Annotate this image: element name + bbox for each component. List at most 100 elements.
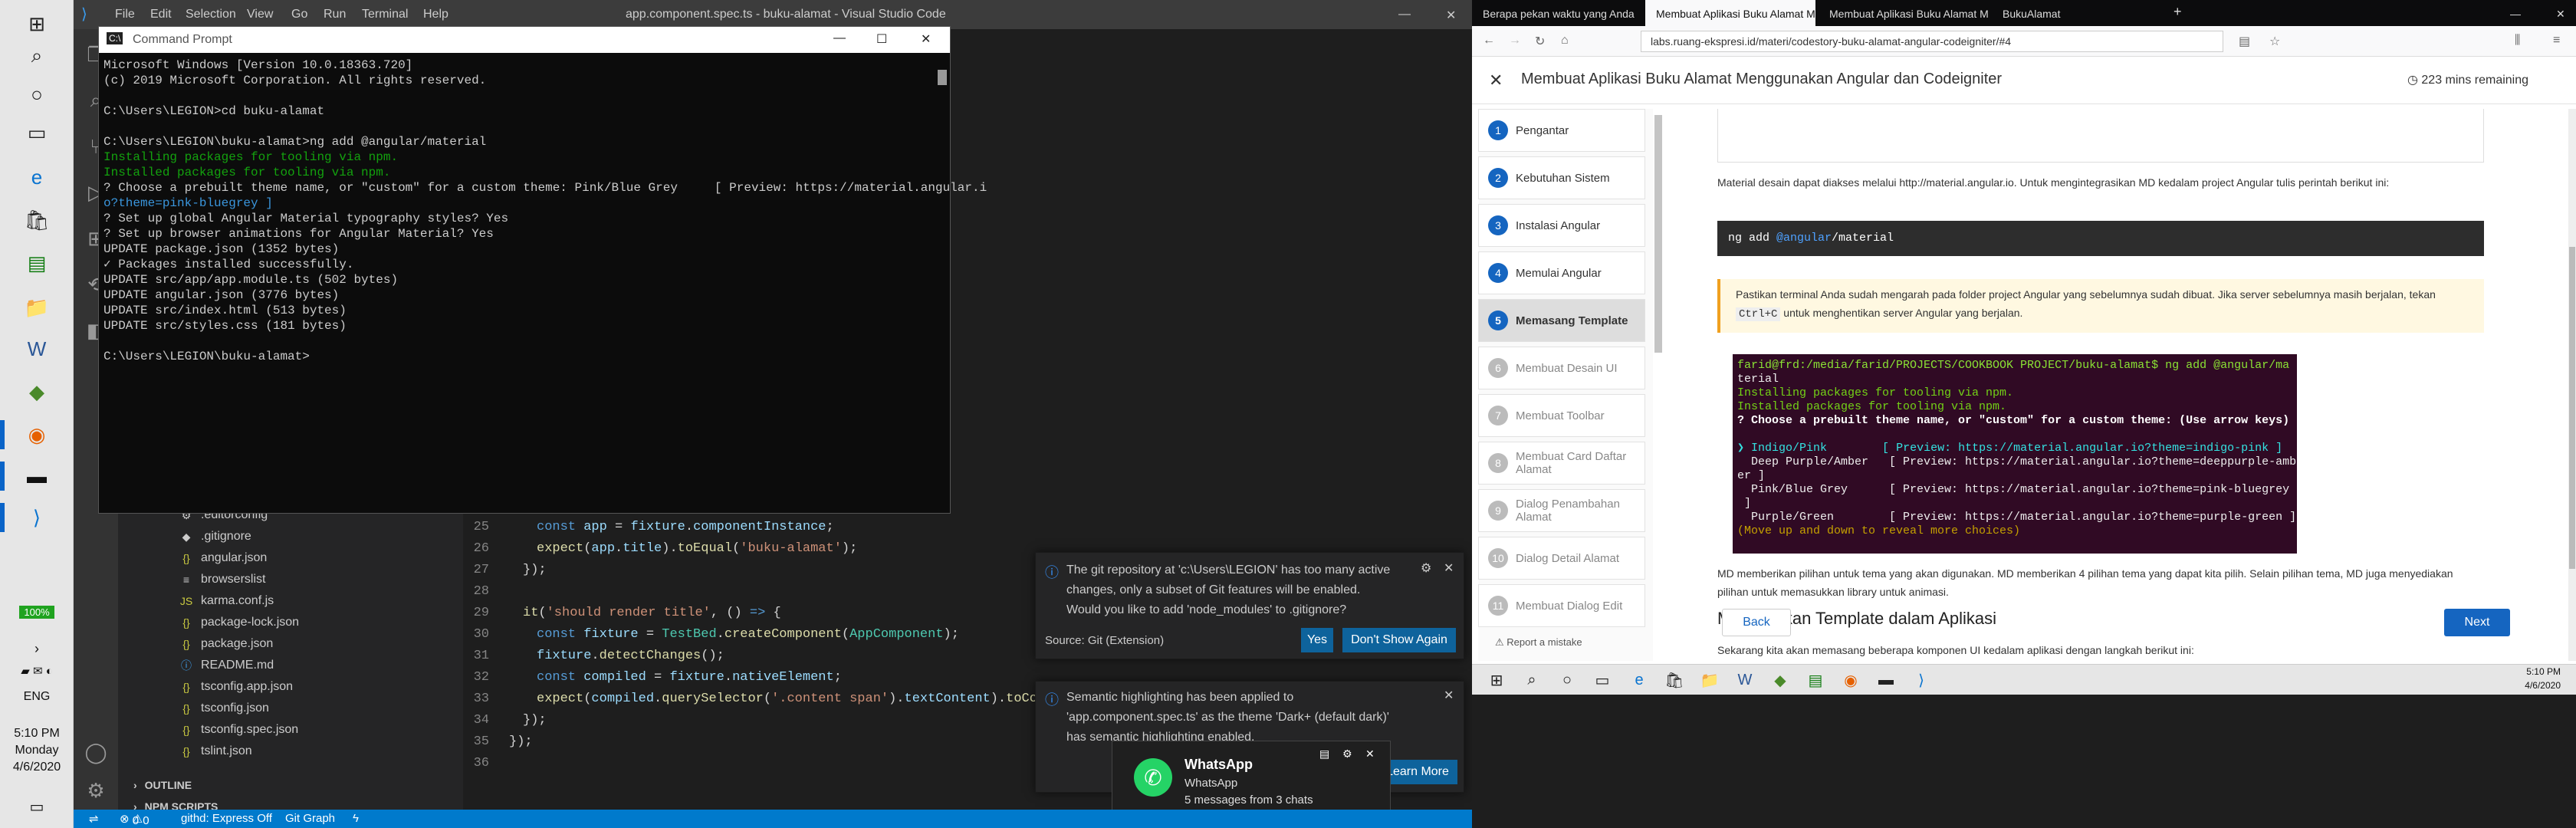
menu-selection[interactable]: Selection <box>186 8 236 21</box>
close-icon[interactable]: ✕ <box>1444 560 1454 576</box>
step-item[interactable]: 5 Memasang Template <box>1478 299 1645 342</box>
report-mistake-link[interactable]: ⚠ Report a mistake <box>1495 636 1582 649</box>
menu-terminal[interactable]: Terminal <box>362 8 408 21</box>
step-item[interactable]: 10 Dialog Detail Alamat <box>1478 537 1645 580</box>
forward-icon[interactable]: → <box>1509 34 1521 48</box>
home-icon[interactable]: ⌂ <box>1561 34 1569 48</box>
menu-edit[interactable]: Edit <box>150 8 172 21</box>
close-icon[interactable]: ✕ <box>1446 8 1456 23</box>
close-icon[interactable]: ✕ <box>1444 688 1454 703</box>
cmd-scrollbar[interactable] <box>938 70 947 85</box>
file-explorer-icon[interactable]: 📁 <box>14 290 60 325</box>
account-icon[interactable]: ◯ <box>78 734 113 770</box>
file-explorer-icon[interactable]: 📁 <box>1696 668 1723 692</box>
store-icon[interactable]: 🛍 <box>1661 668 1688 692</box>
file-item[interactable]: ≡ browserslist <box>179 569 266 590</box>
app-layers-icon[interactable]: ◆ <box>1766 668 1794 692</box>
file-item[interactable]: {} angular.json <box>179 547 267 569</box>
firefox-icon[interactable]: ◉ <box>0 417 60 452</box>
windows-start-icon[interactable]: ⊞ <box>1483 668 1510 692</box>
close-icon[interactable]: ✕ <box>1489 71 1503 90</box>
cmd-icon[interactable]: ▬ <box>0 458 60 494</box>
search-icon[interactable]: ⌕ <box>1518 668 1546 692</box>
file-item[interactable]: {} tsconfig.spec.json <box>179 719 298 741</box>
clock-time[interactable]: 5:10 PM <box>0 727 74 741</box>
minimize-icon[interactable]: — <box>1398 8 1411 21</box>
cmd-icon[interactable]: ▬ <box>1872 668 1900 692</box>
file-item[interactable]: {} tslint.json <box>179 741 251 762</box>
menu-go[interactable]: Go <box>291 8 307 21</box>
step-item[interactable]: 8 Membuat Card Daftar Alamat <box>1478 442 1645 485</box>
tray-icons[interactable]: ▰ ✉ ◐ <box>0 664 74 678</box>
sheets-icon[interactable]: ▤ <box>14 245 60 281</box>
file-item[interactable]: {} package.json <box>179 633 273 655</box>
whatsapp-toast[interactable]: ✆ WhatsApp WhatsApp 5 messages from 3 ch… <box>1112 741 1391 820</box>
word-icon[interactable]: W <box>14 331 60 366</box>
menu-icon[interactable]: ≡ <box>2553 34 2560 48</box>
remote-icon[interactable]: ⇌ <box>89 812 99 826</box>
sidebar-scrollbar[interactable] <box>1654 115 1662 353</box>
tab-1[interactable]: Berapa pekan waktu yang Anda <box>1472 0 1642 26</box>
cmd-output[interactable]: Microsoft Windows [Version 10.0.18363.72… <box>104 58 987 510</box>
dont-show-again-button[interactable]: Don't Show Again <box>1342 628 1456 652</box>
battery-indicator[interactable]: 100% <box>0 606 74 619</box>
gear-icon[interactable]: ⚙ <box>1421 560 1431 576</box>
lightning-icon[interactable]: ϟ <box>353 812 359 825</box>
vscode-icon[interactable]: ⟩ <box>0 500 60 535</box>
file-item[interactable]: JS karma.conf.js <box>179 590 274 612</box>
close-icon[interactable]: ✕ <box>2545 0 2568 26</box>
step-item[interactable]: 9 Dialog Penambahan Alamat <box>1478 489 1645 532</box>
notification-icon[interactable]: ▭ <box>0 797 74 816</box>
outline-section[interactable]: › OUTLINE <box>133 774 192 796</box>
close-icon[interactable]: ✕ <box>921 31 931 47</box>
sheets-icon[interactable]: ▤ <box>1802 668 1829 692</box>
new-tab-icon[interactable]: + <box>2170 0 2193 26</box>
step-item[interactable]: 1 Pengantar <box>1478 109 1645 152</box>
library-icon[interactable]: ⫼ <box>2515 34 2520 48</box>
edge-icon[interactable]: e <box>14 159 60 195</box>
clock-time[interactable]: 5:10 PM <box>2492 666 2561 677</box>
dismiss-icon[interactable]: ▤ <box>1319 748 1329 761</box>
store-icon[interactable]: 🛍 <box>14 202 60 238</box>
app-layers-icon[interactable]: ◆ <box>14 374 60 409</box>
menu-file[interactable]: File <box>115 8 135 21</box>
minimize-icon[interactable]: — <box>2499 0 2522 26</box>
file-item[interactable]: {} tsconfig.json <box>179 698 269 719</box>
step-item[interactable]: 7 Membuat Toolbar <box>1478 394 1645 437</box>
yes-button[interactable]: Yes <box>1301 628 1333 652</box>
step-item[interactable]: 11 Membuat Dialog Edit <box>1478 584 1645 627</box>
tab-4[interactable]: BukuAlamat <box>1992 0 2162 26</box>
chevron-right-icon[interactable]: › <box>0 641 74 657</box>
git-graph-button[interactable]: Git Graph <box>285 812 335 825</box>
command-prompt-window[interactable]: C:\ Command Prompt — ☐ ✕ Microsoft Windo… <box>98 26 987 514</box>
file-item[interactable]: {} package-lock.json <box>179 612 299 633</box>
next-button[interactable]: Next <box>2444 609 2510 636</box>
errors-indicator[interactable]: ⊗ 0 ⚠ 0 <box>120 812 150 827</box>
word-icon[interactable]: W <box>1731 668 1759 692</box>
windows-start-icon[interactable]: ⊞ <box>14 6 60 41</box>
address-bar[interactable]: labs.ruang-ekspresi.id/materi/codestory-… <box>1641 31 2223 52</box>
cortana-icon[interactable]: ○ <box>1553 668 1581 692</box>
bookmark-icon[interactable]: ☆ <box>2269 34 2280 49</box>
step-item[interactable]: 2 Kebutuhan Sistem <box>1478 156 1645 199</box>
task-view-icon[interactable]: ▭ <box>1589 668 1616 692</box>
task-view-icon[interactable]: ▭ <box>14 115 60 150</box>
reader-icon[interactable]: ▤ <box>2239 34 2250 49</box>
search-icon[interactable]: ⌕ <box>14 38 60 74</box>
gear-icon[interactable]: ⚙ <box>78 773 113 808</box>
menu-run[interactable]: Run <box>324 8 346 21</box>
file-item[interactable]: ⓘ README.md <box>179 655 274 676</box>
close-icon[interactable]: ✕ <box>1365 748 1375 761</box>
file-item[interactable]: {} tsconfig.app.json <box>179 676 293 698</box>
step-item[interactable]: 3 Instalasi Angular <box>1478 204 1645 247</box>
reload-icon[interactable]: ↻ <box>1535 34 1545 49</box>
cortana-icon[interactable]: ○ <box>14 77 60 112</box>
tab-3[interactable]: Membuat Aplikasi Buku Alamat M <box>1819 0 1989 26</box>
gear-icon[interactable]: ⚙ <box>1342 748 1352 761</box>
firefox-icon[interactable]: ◉ <box>1837 668 1865 692</box>
maximize-icon[interactable]: ☐ <box>876 31 887 47</box>
back-button[interactable]: Back <box>1722 609 1791 636</box>
minimize-icon[interactable]: — <box>833 31 846 45</box>
tab-2[interactable]: Membuat Aplikasi Buku Alamat M <box>1645 0 1815 26</box>
githd-status[interactable]: githd: Express Off <box>181 812 272 825</box>
